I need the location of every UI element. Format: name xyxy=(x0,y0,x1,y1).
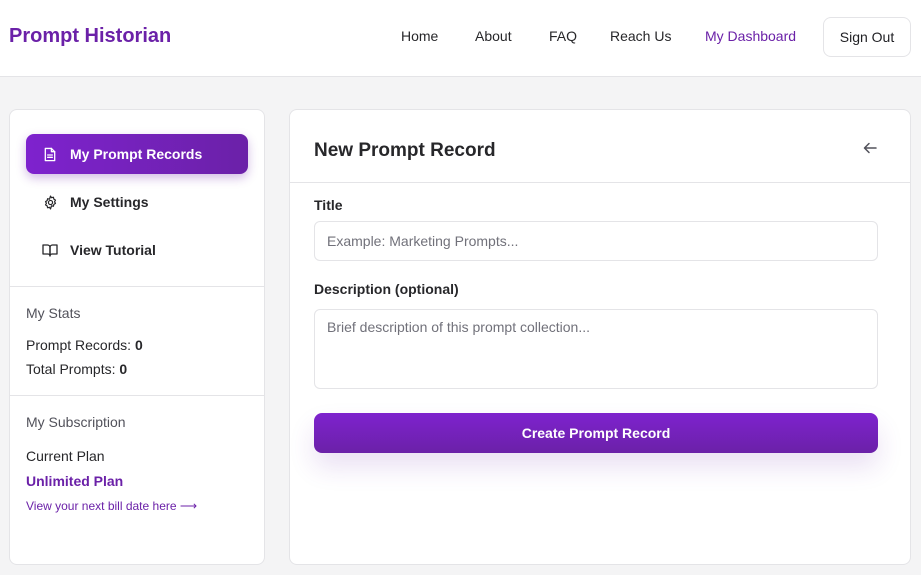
sidebar-item-label: My Prompt Records xyxy=(70,146,203,162)
create-prompt-record-button[interactable]: Create Prompt Record xyxy=(314,413,878,453)
sidebar-item-label: View Tutorial xyxy=(70,242,156,258)
stats-section-title: My Stats xyxy=(26,305,81,321)
new-prompt-record-panel: New Prompt Record Title Description (opt… xyxy=(289,109,911,565)
nav-faq[interactable]: FAQ xyxy=(549,28,577,44)
nav-about[interactable]: About xyxy=(475,28,512,44)
sidebar-item-label: My Settings xyxy=(70,194,149,210)
title-input[interactable] xyxy=(314,221,878,261)
next-bill-date-link[interactable]: View your next bill date here ⟶ xyxy=(26,499,197,513)
stat-total-prompts-value: 0 xyxy=(119,361,128,377)
gear-icon xyxy=(42,194,58,210)
stat-prompt-records-value: 0 xyxy=(134,337,143,353)
page-title: New Prompt Record xyxy=(314,140,496,161)
sign-out-button[interactable]: Sign Out xyxy=(823,17,911,57)
sidebar-item-my-prompt-records[interactable]: My Prompt Records xyxy=(26,134,248,174)
nav-my-dashboard[interactable]: My Dashboard xyxy=(705,28,796,44)
stat-prompt-records: Prompt Records: 0 xyxy=(26,337,143,353)
description-textarea[interactable] xyxy=(314,309,878,389)
stat-total-prompts-label: Total Prompts: xyxy=(26,361,116,377)
title-field-label: Title xyxy=(314,197,343,213)
description-field-label: Description (optional) xyxy=(314,281,459,297)
sidebar-divider xyxy=(10,286,264,287)
top-navbar: Prompt Historian Home About FAQ Reach Us… xyxy=(0,0,921,77)
stat-prompt-records-label: Prompt Records: xyxy=(26,337,132,353)
book-icon xyxy=(42,242,58,258)
arrow-left-icon xyxy=(863,141,877,159)
panel-header-divider xyxy=(290,182,910,183)
nav-reach-us[interactable]: Reach Us xyxy=(610,28,671,44)
sidebar-item-my-settings[interactable]: My Settings xyxy=(26,182,248,222)
current-plan-label: Current Plan xyxy=(26,448,105,464)
document-icon xyxy=(42,146,58,162)
brand-logo[interactable]: Prompt Historian xyxy=(9,25,171,48)
plan-name: Unlimited Plan xyxy=(26,473,124,489)
back-button[interactable] xyxy=(860,140,880,160)
nav-home[interactable]: Home xyxy=(401,28,438,44)
sidebar: My Prompt Records My Settings View Tutor… xyxy=(9,109,265,565)
sidebar-item-view-tutorial[interactable]: View Tutorial xyxy=(26,230,248,270)
stat-total-prompts: Total Prompts: 0 xyxy=(26,361,127,377)
subscription-section-title: My Subscription xyxy=(26,414,126,430)
sidebar-divider xyxy=(10,395,264,396)
